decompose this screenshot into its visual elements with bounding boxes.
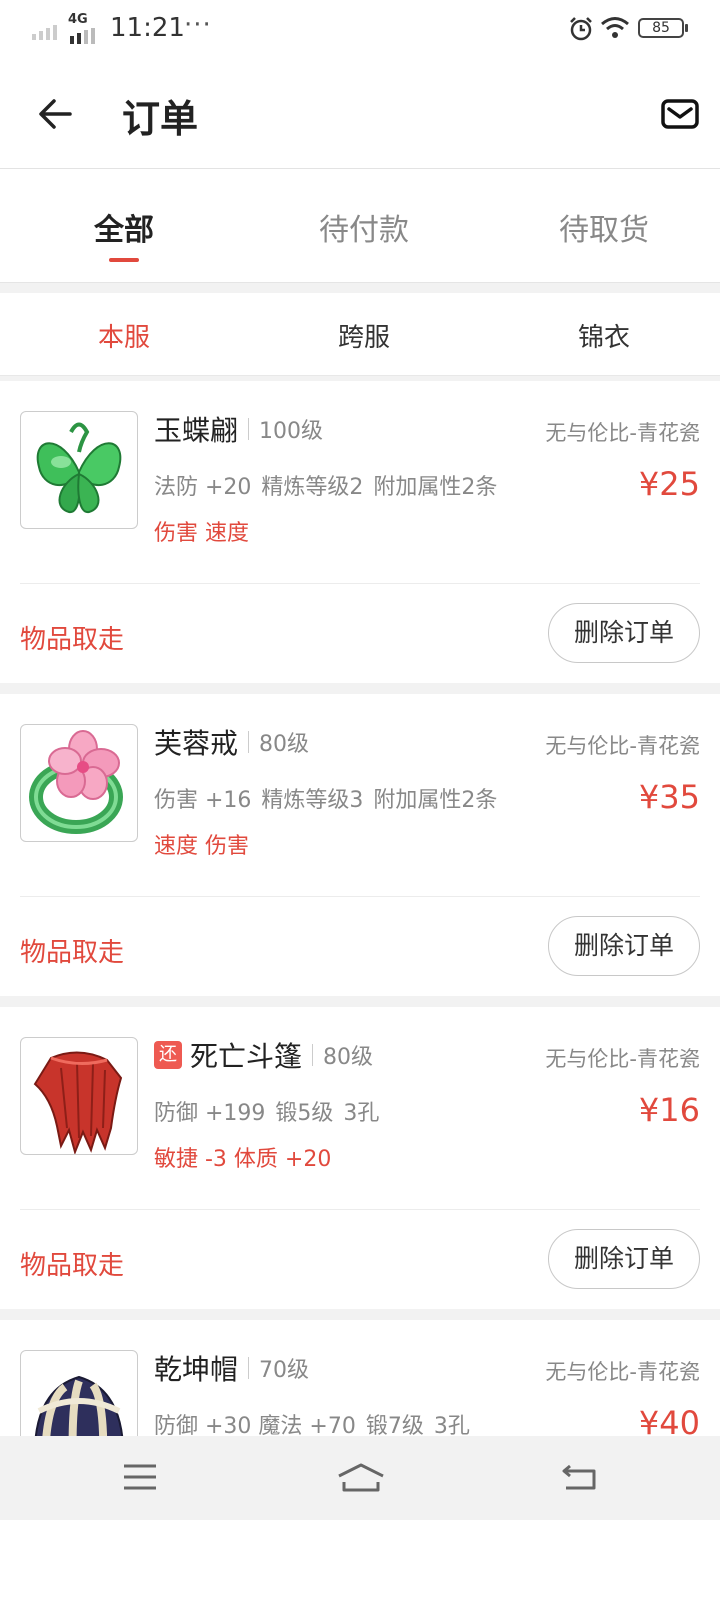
subtab-local-server[interactable]: 本服 [4,317,244,354]
special-attributes: 速度 伤害 [154,834,249,859]
back-arrow-icon[interactable] [34,92,78,136]
return-icon[interactable] [560,1462,598,1492]
item-price: ¥25 [638,465,700,503]
item-level: 70级 [259,1358,310,1383]
subtab-outfit[interactable]: 锦衣 [484,317,720,354]
delete-order-button[interactable]: 删除订单 [548,603,700,663]
divider [20,1209,700,1210]
attribute: 附加属性2条 [373,475,498,500]
server-name: 无与伦比-青花瓷 [545,1360,700,1384]
separator [248,731,250,753]
item-level: 100级 [259,419,324,444]
alarm-icon [570,17,592,41]
separator [248,1357,250,1379]
subtab-cross-server[interactable]: 跨服 [244,317,484,354]
item-title-row: 芙蓉戒 80级 [154,724,309,760]
delete-order-button[interactable]: 删除订单 [548,916,700,976]
item-thumbnail[interactable] [20,1037,138,1155]
order-tabs: 全部 待付款 待取货 [0,169,720,283]
item-name: 死亡斗篷 [190,1040,303,1073]
item-thumbnail[interactable] [20,411,138,529]
page-title: 订单 [122,97,199,141]
tab-pending-payment[interactable]: 待付款 [244,205,484,249]
wifi-icon [601,17,629,38]
order-status: 物品取走 [20,625,125,655]
app-header: 订单 [0,60,720,169]
item-name: 芙蓉戒 [154,727,239,760]
order-card[interactable]: 还 死亡斗篷 80级 无与伦比-青花瓷 防御 +199 锻5级 3孔 ¥16 敏捷 … [0,1007,720,1309]
server-name: 无与伦比-青花瓷 [545,734,700,758]
network-type: 4G [68,12,88,27]
divider [20,583,700,584]
item-attributes: 防御 +199 锻5级 3孔 [154,1095,389,1127]
item-level: 80级 [259,732,310,757]
menu-icon[interactable] [122,1462,158,1492]
attribute: 附加属性2条 [373,788,498,813]
attribute: 锻5级 [275,1101,334,1126]
red-cloak-icon [33,1051,123,1154]
item-title-row: 玉蝶翩 100级 [154,411,323,447]
item-title-row: 还 死亡斗篷 80级 [154,1037,373,1073]
jade-butterfly-icon [36,422,122,514]
battery-indicator: 85 [638,18,688,38]
separator [312,1044,314,1066]
attribute: 防御 +199 [154,1101,266,1126]
flower-ring-icon [29,730,123,834]
special-attributes: 敏捷 -3 体质 +20 [154,1147,332,1172]
item-name: 玉蝶翩 [154,414,239,447]
server-name: 无与伦比-青花瓷 [545,1047,700,1071]
item-price: ¥35 [638,778,700,816]
signal-icon [32,25,57,40]
order-card[interactable]: 玉蝶翩 100级 无与伦比-青花瓷 法防 +20 精炼等级2 附加属性2条 ¥25 … [0,381,720,683]
tab-pending-pickup[interactable]: 待取货 [484,205,720,249]
clock: 11:21 [110,13,185,43]
order-status: 物品取走 [20,1251,125,1281]
item-name: 乾坤帽 [154,1353,239,1386]
tab-all[interactable]: 全部 [4,205,244,249]
server-name: 无与伦比-青花瓷 [545,421,700,445]
more-dots: ··· [184,10,212,40]
attribute: 3孔 [343,1101,380,1126]
attribute: 法防 +20 [154,475,252,500]
item-price: ¥16 [638,1091,700,1129]
server-filter-tabs: 本服 跨服 锦衣 [0,293,720,376]
divider [20,896,700,897]
item-level: 80级 [323,1045,374,1070]
signal-icon-2 [70,28,95,44]
separator [248,418,250,440]
item-attributes: 伤害 +16 精炼等级3 附加属性2条 [154,782,507,814]
item-title-row: 乾坤帽 70级 [154,1350,309,1386]
item-thumbnail[interactable] [20,724,138,842]
attribute: 精炼等级3 [261,788,364,813]
order-status: 物品取走 [20,938,125,968]
item-attributes: 法防 +20 精炼等级2 附加属性2条 [154,469,507,501]
system-nav-bar [0,1436,720,1520]
order-card[interactable]: 芙蓉戒 80级 无与伦比-青花瓷 伤害 +16 精炼等级3 附加属性2条 ¥35 速… [0,694,720,996]
status-bar: 4G 11:21 ··· 85 [0,0,720,60]
return-badge: 还 [154,1041,182,1069]
home-icon[interactable] [336,1462,386,1494]
attribute: 伤害 +16 [154,788,252,813]
special-attributes: 伤害 速度 [154,521,249,546]
attribute: 精炼等级2 [261,475,364,500]
mail-icon[interactable] [660,94,700,134]
delete-order-button[interactable]: 删除订单 [548,1229,700,1289]
active-tab-indicator [109,258,139,262]
